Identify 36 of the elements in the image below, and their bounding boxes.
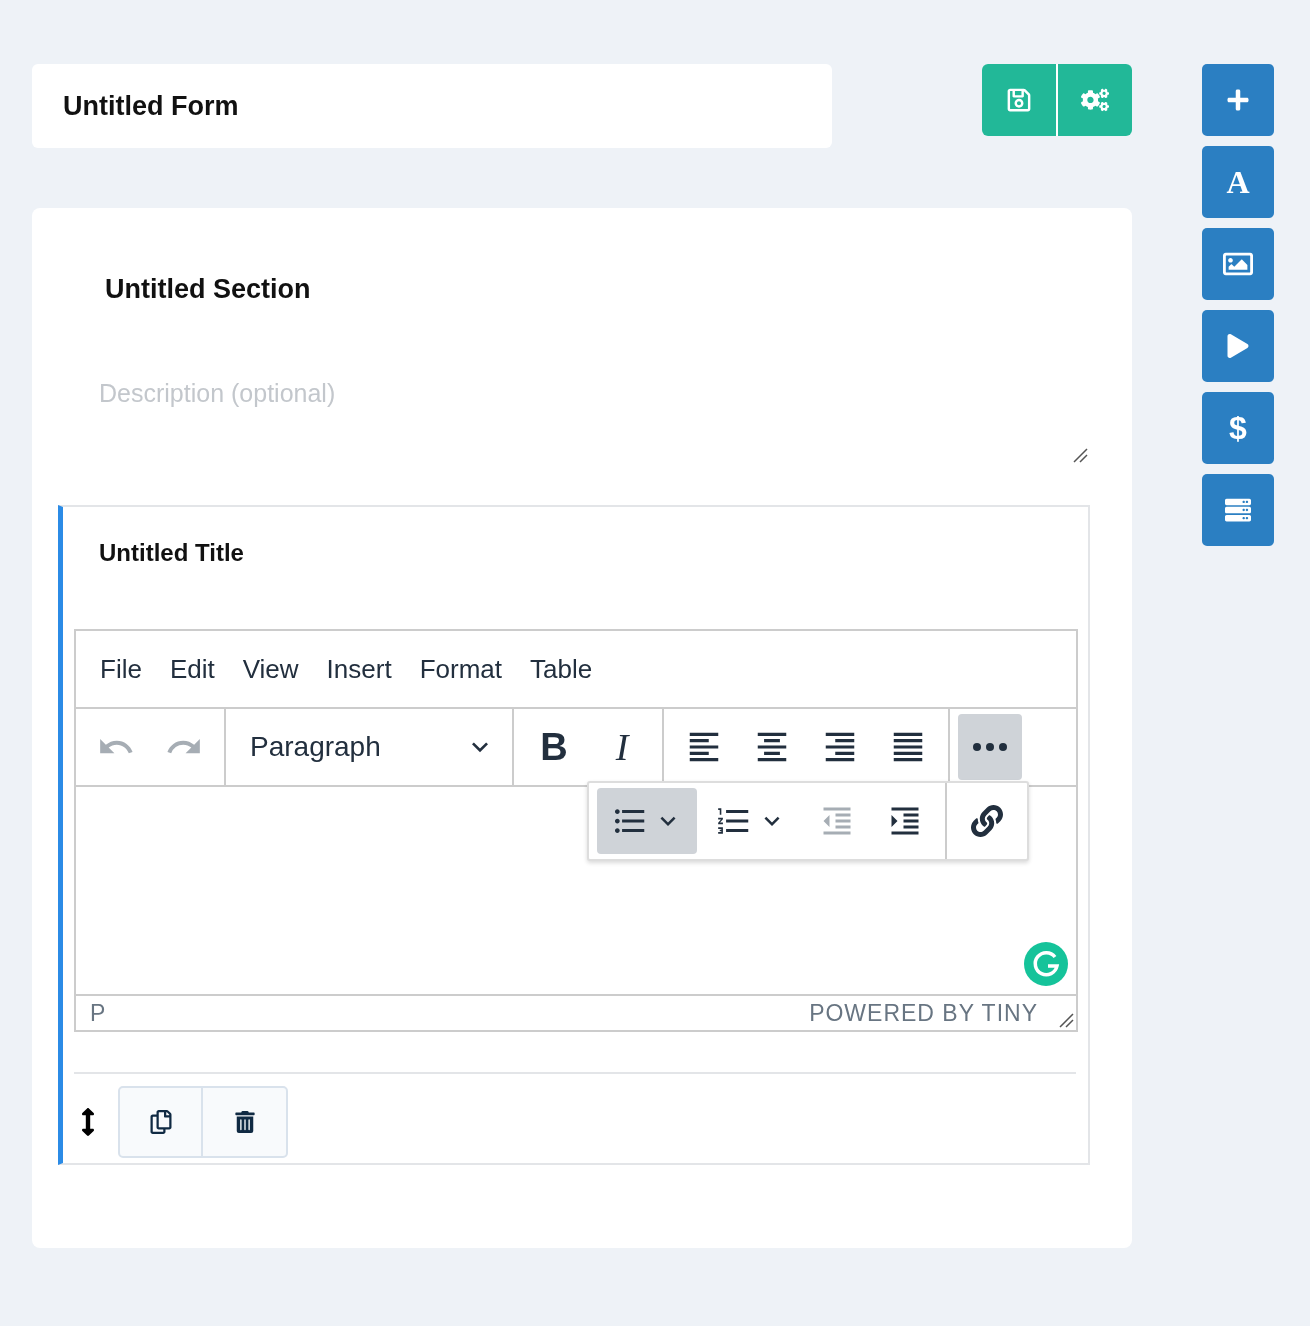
menu-item[interactable]: File — [88, 647, 154, 691]
gears-icon — [1081, 86, 1109, 114]
element-path[interactable]: P — [90, 999, 106, 1027]
image-button[interactable] — [1202, 228, 1274, 300]
save-icon — [1006, 87, 1032, 113]
add-button[interactable] — [1202, 64, 1274, 136]
grammarly-icon — [1024, 942, 1068, 986]
trash-icon — [233, 1111, 256, 1133]
menu-item[interactable]: Insert — [314, 647, 404, 691]
copy-icon — [148, 1110, 173, 1134]
branding-link[interactable]: POWERED BY TINY — [809, 999, 1038, 1027]
text-field-button[interactable]: A — [1202, 146, 1274, 218]
form-title: Untitled Form — [63, 90, 239, 122]
more-button[interactable] — [958, 714, 1022, 780]
play-icon — [1226, 334, 1250, 358]
bold-button[interactable]: B — [522, 714, 586, 780]
block-format-dropdown[interactable]: Paragraph — [234, 714, 504, 780]
menu-item[interactable]: Table — [518, 647, 605, 691]
video-button[interactable] — [1202, 310, 1274, 382]
server-icon — [1225, 497, 1251, 523]
menu-item[interactable]: Edit — [157, 647, 227, 691]
more-icon — [973, 743, 1007, 751]
dollar-icon: $ — [1229, 409, 1247, 447]
italic-button[interactable]: I — [590, 714, 654, 780]
menu-item[interactable]: Format — [407, 647, 514, 691]
menu-item[interactable]: View — [230, 647, 311, 691]
letter-icon: A — [1226, 163, 1250, 201]
resize-handle-icon — [1072, 447, 1088, 463]
question-title: Untitled Title — [99, 539, 245, 567]
list-button[interactable] — [1202, 474, 1274, 546]
section-title: Untitled Section — [105, 274, 312, 305]
price-button[interactable]: $ — [1202, 392, 1274, 464]
link-icon — [971, 805, 1003, 837]
plus-icon — [1226, 88, 1250, 112]
bullet-list-button[interactable] — [597, 788, 697, 854]
resize-handle-icon — [1058, 1012, 1074, 1028]
